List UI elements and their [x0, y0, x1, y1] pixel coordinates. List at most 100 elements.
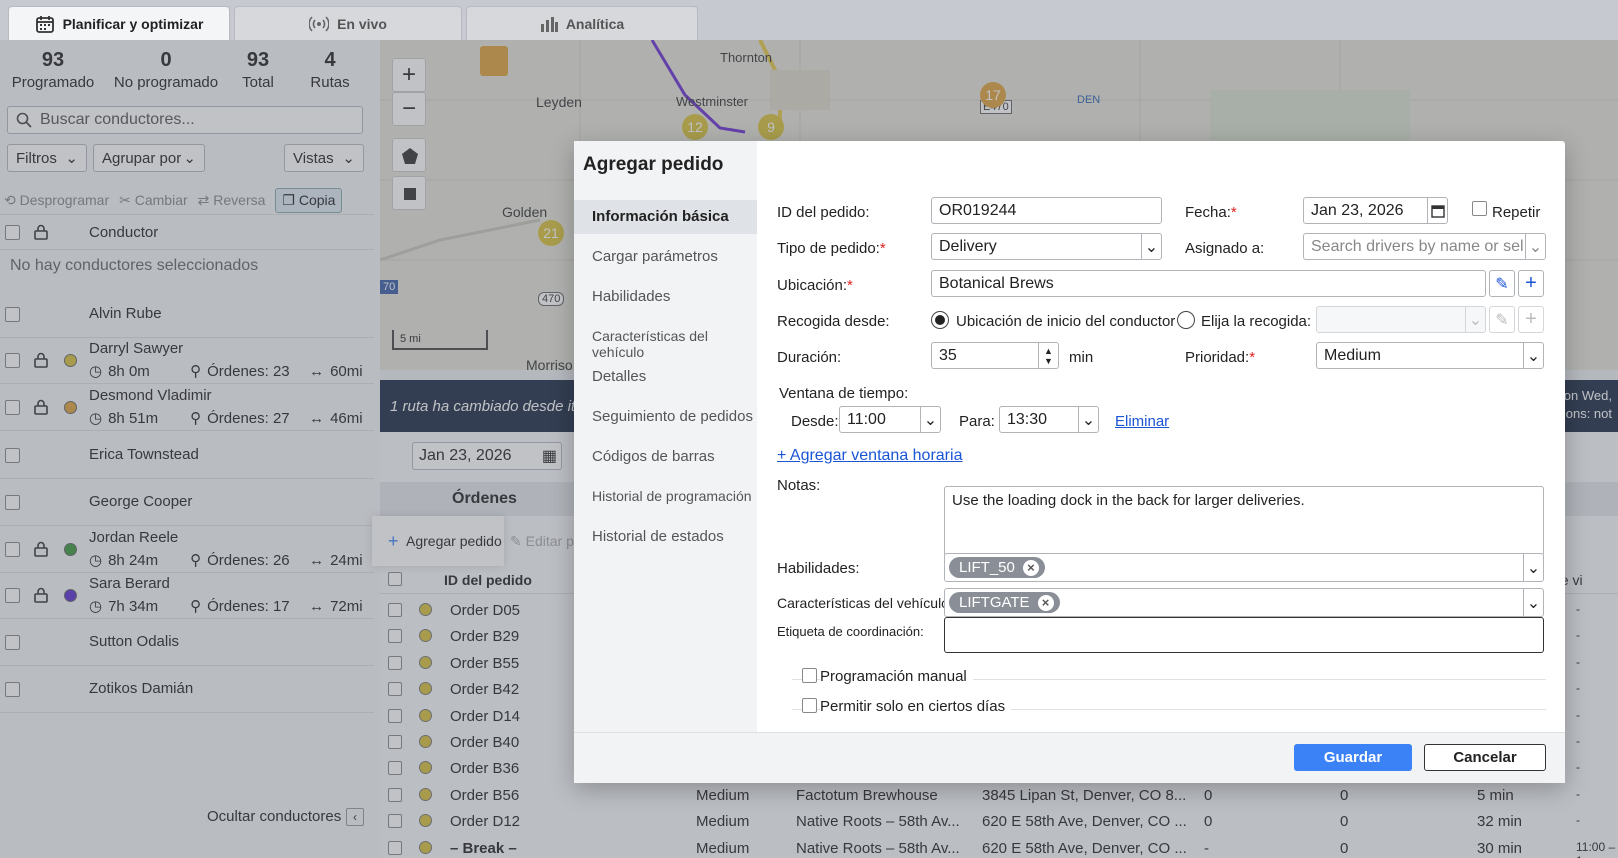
- plus-icon: +: [1525, 308, 1537, 330]
- skill-chip: LIFT_50 ×: [949, 557, 1045, 578]
- calendar-icon: [35, 14, 55, 34]
- priority-label-text: Prioridad:: [1185, 349, 1250, 366]
- chevron-down-icon: ⌄: [920, 407, 940, 432]
- close-icon[interactable]: ×: [1022, 559, 1039, 576]
- pickup-label: Recogida desde:: [777, 313, 890, 330]
- chevron-down-icon: ▼: [1044, 355, 1053, 366]
- plus-icon: +: [1525, 272, 1537, 294]
- pickup-driver-start-radio[interactable]: [931, 311, 949, 329]
- dialog-nav-item[interactable]: Códigos de barras: [592, 448, 715, 465]
- manual-scheduling-checkbox[interactable]: [802, 668, 817, 683]
- from-time-select[interactable]: 11:00 ⌄: [839, 406, 941, 433]
- dialog-nav-item[interactable]: Historial de programación: [592, 488, 752, 504]
- pickup-choose-radio[interactable]: [1177, 311, 1195, 329]
- skill-chip-label: LIFT_50: [959, 559, 1015, 576]
- vehicle-features-label: Características del vehículo:: [777, 595, 953, 611]
- vehicle-features-select[interactable]: LIFTGATE × ⌄: [944, 588, 1544, 617]
- tab-live[interactable]: En vivo: [234, 6, 462, 40]
- location-value: Botanical Brews: [939, 274, 1054, 292]
- date-label-text: Fecha:: [1185, 204, 1231, 221]
- repeat-label: Repetir: [1492, 204, 1541, 221]
- order-id-input[interactable]: OR019244: [931, 197, 1162, 224]
- dialog-nav-item[interactable]: Cargar parámetros: [592, 248, 718, 265]
- to-label: Para:: [959, 413, 995, 430]
- duration-stepper[interactable]: ▲ ▼: [1038, 343, 1058, 368]
- duration-input[interactable]: 35 ▲ ▼: [931, 342, 1059, 369]
- time-window-label: Ventana de tiempo:: [779, 385, 909, 402]
- chevron-up-icon: ▲: [1044, 345, 1053, 356]
- date-value: Jan 23, 2026: [1311, 201, 1404, 219]
- close-icon[interactable]: ×: [1037, 594, 1054, 611]
- save-button[interactable]: Guardar: [1294, 744, 1412, 771]
- add-time-window-link[interactable]: + Agregar ventana horaria: [777, 447, 962, 465]
- repeat-checkbox[interactable]: [1472, 201, 1487, 216]
- to-time-select[interactable]: 13:30 ⌄: [999, 406, 1099, 433]
- chevron-down-icon: ⌄: [1523, 589, 1543, 616]
- order-id-label: ID del pedido:: [777, 204, 870, 221]
- chevron-down-icon: ⌄: [1141, 234, 1161, 259]
- skills-select[interactable]: LIFT_50 × ⌄: [944, 553, 1544, 582]
- priority-select[interactable]: Medium ⌄: [1316, 342, 1544, 369]
- priority-value: Medium: [1324, 346, 1381, 364]
- duration-value: 35: [939, 346, 957, 364]
- bar-chart-icon: [540, 16, 558, 32]
- duration-label: Duración:: [777, 349, 842, 366]
- pencil-icon: ✎: [1495, 311, 1509, 329]
- dialog-nav-item[interactable]: Información básica: [592, 208, 729, 225]
- date-input[interactable]: Jan 23, 2026: [1303, 197, 1448, 224]
- order-type-select[interactable]: Delivery ⌄: [931, 233, 1162, 260]
- priority-label: Prioridad:*: [1185, 349, 1255, 366]
- vehicle-chip-label: LIFTGATE: [959, 594, 1030, 611]
- top-tab-bar: Planificar y optimizar En vivo Analítica: [0, 0, 1618, 40]
- duration-unit: min: [1069, 349, 1094, 366]
- pickup-option2-label: Elija la recogida:: [1201, 313, 1312, 330]
- certain-days-label: Permitir solo en ciertos días: [820, 698, 1012, 715]
- pickup-location-select[interactable]: ⌄: [1316, 306, 1486, 333]
- required-asterisk: *: [1230, 204, 1237, 221]
- dialog-nav-item[interactable]: Historial de estados: [592, 528, 724, 545]
- add-location-button[interactable]: +: [1518, 270, 1544, 297]
- tab-label: Planificar y optimizar: [62, 15, 204, 32]
- order-id-value: OR019244: [939, 201, 1017, 219]
- location-input[interactable]: Botanical Brews: [931, 270, 1486, 297]
- add-order-dialog: Agregar pedido Información básica Cargar …: [574, 141, 1565, 783]
- assigned-placeholder: Search drivers by name or sel: [1311, 237, 1524, 255]
- dialog-nav-item[interactable]: Características del vehículo: [592, 328, 757, 360]
- certain-days-checkbox[interactable]: [802, 698, 817, 713]
- assigned-driver-select[interactable]: Search drivers by name or sel ⌄: [1303, 233, 1546, 260]
- order-type-value: Delivery: [939, 237, 997, 255]
- notes-label: Notas:: [777, 477, 821, 494]
- edit-pickup-button[interactable]: ✎: [1489, 306, 1515, 333]
- chevron-down-icon: ⌄: [1465, 307, 1485, 332]
- calendar-icon[interactable]: [1427, 198, 1447, 223]
- required-asterisk: *: [847, 277, 853, 294]
- remove-window-link[interactable]: Eliminar: [1115, 413, 1169, 430]
- pickup-option1-label: Ubicación de inicio del conductor: [956, 313, 1176, 330]
- dialog-nav-item[interactable]: Detalles: [592, 368, 646, 385]
- broadcast-icon: [309, 15, 330, 32]
- coordination-tag-label: Etiqueta de coordinación:: [777, 624, 924, 639]
- required-asterisk: *: [1249, 349, 1256, 366]
- location-label: Ubicación:*: [777, 277, 853, 294]
- chevron-down-icon: ⌄: [1525, 234, 1545, 259]
- dialog-title: Agregar pedido: [583, 154, 724, 175]
- to-time-value: 13:30: [1007, 410, 1048, 428]
- vehicle-chip: LIFTGATE ×: [949, 592, 1060, 613]
- from-label: Desde:: [791, 413, 839, 430]
- tab-plan-optimize[interactable]: Planificar y optimizar: [8, 6, 230, 40]
- assigned-label: Asignado a:: [1185, 240, 1265, 257]
- chevron-down-icon: ⌄: [1523, 343, 1543, 368]
- dialog-nav-item[interactable]: Seguimiento de pedidos: [592, 408, 753, 425]
- location-label-text: Ubicación:: [777, 277, 848, 294]
- add-pickup-button[interactable]: +: [1518, 306, 1544, 333]
- cancel-button[interactable]: Cancelar: [1424, 744, 1546, 771]
- tab-analytics[interactable]: Analítica: [466, 6, 698, 40]
- coordination-tag-input[interactable]: [944, 617, 1544, 653]
- date-label: Fecha:*: [1185, 204, 1237, 221]
- order-type-label-text: Tipo de pedido:: [777, 240, 880, 257]
- pencil-icon: ✎: [1495, 275, 1509, 293]
- dialog-nav-item[interactable]: Habilidades: [592, 288, 670, 305]
- required-asterisk: *: [879, 240, 886, 257]
- edit-location-button[interactable]: ✎: [1489, 270, 1515, 297]
- order-type-label: Tipo de pedido:*: [777, 240, 886, 257]
